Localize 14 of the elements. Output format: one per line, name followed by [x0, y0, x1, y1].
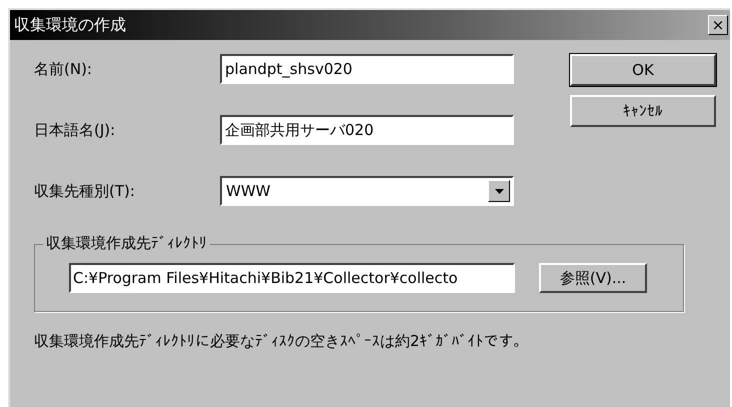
dropdown[interactable]: WWW [220, 176, 514, 206]
input-field[interactable]: plandpt_shsv020 [220, 54, 514, 84]
cancel-button[interactable]: ｷｬﾝｾﾙ [570, 95, 716, 127]
field-label: 収集先種別(T): [34, 182, 136, 200]
field-label: 日本語名(J): [34, 120, 116, 140]
close-button[interactable]: × [708, 15, 728, 35]
input-field[interactable]: 企画部共用サーバ020 [220, 115, 514, 145]
group-title: 収集環境作成先ﾃﾞｨﾚｸﾄﾘ [43, 234, 210, 253]
field-label: 名前(N): [34, 60, 93, 78]
browse-button[interactable]: 参照(V)... [539, 263, 647, 293]
ok-button[interactable]: OK [570, 54, 716, 86]
window-title: 収集環境の作成 [14, 14, 126, 36]
info-text: 収集環境作成先ﾃﾞｨﾚｸﾄﾘに必要なﾃﾞｨｽｸの空きｽﾍﾟｰｽは約2ｷﾞｶﾞﾊﾞｲﾄです。 [34, 332, 530, 351]
path-field[interactable]: C:¥Program Files¥Hitachi¥Bib21¥Collector¥collecto [69, 263, 515, 293]
